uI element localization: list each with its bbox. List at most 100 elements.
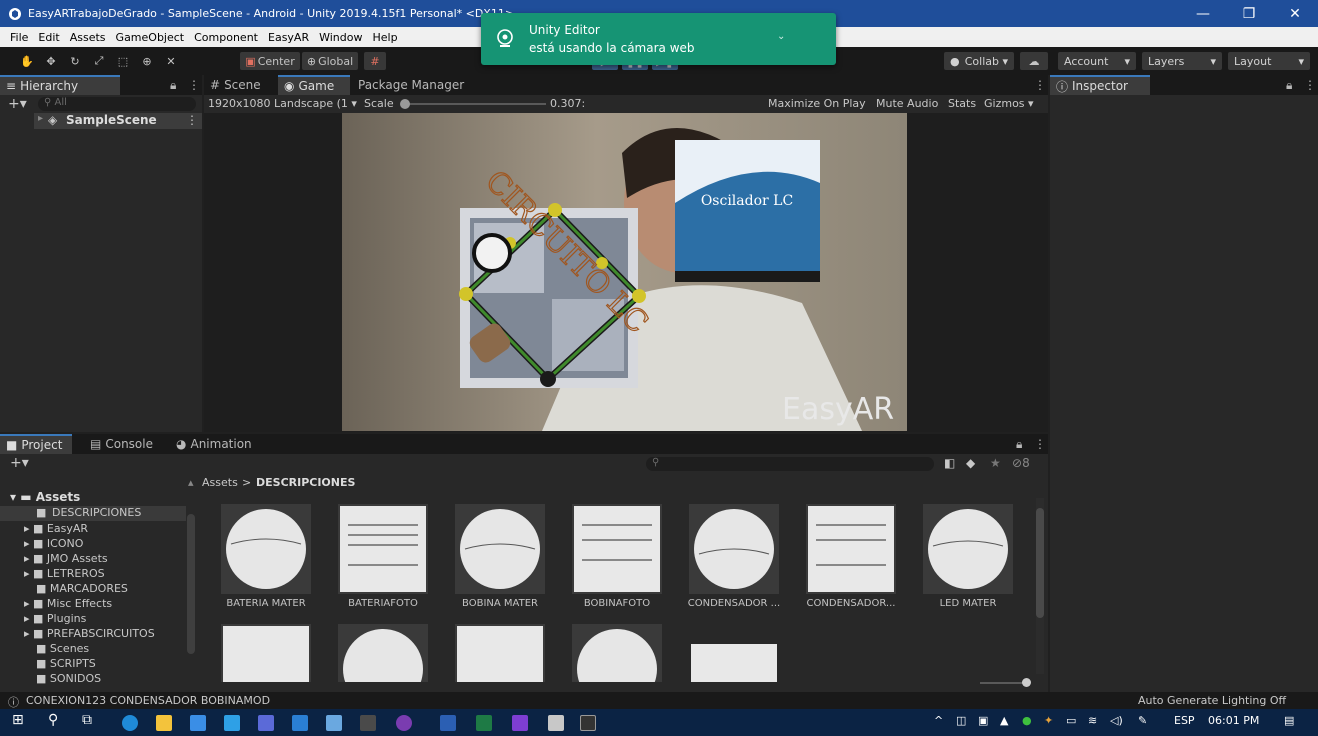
favorite-star-icon[interactable]: ★ (990, 456, 1001, 470)
asset-thumbnail[interactable] (923, 504, 1013, 594)
unity-taskbar-icon[interactable] (580, 715, 596, 731)
hidden-packages-toggle[interactable]: ⊘8 (1012, 456, 1030, 470)
scale-tool-icon[interactable]: ⤢ (88, 52, 110, 70)
lighting-status[interactable]: Auto Generate Lighting Off (1138, 694, 1286, 707)
tab-scene[interactable]: # Scene (204, 75, 276, 95)
layout-dropdown[interactable]: Layout ▾ (1228, 52, 1310, 70)
app-icon[interactable] (292, 715, 308, 731)
wifi-icon[interactable]: ≋ (1088, 714, 1097, 727)
tray-icon[interactable]: ▭ (1066, 714, 1076, 727)
collab-dropdown[interactable]: ● Collab ▾ (944, 52, 1014, 70)
minimize-button[interactable]: — (1180, 0, 1226, 27)
slider-thumb[interactable] (1022, 678, 1031, 687)
tree-item-easyar[interactable]: ▸ ■ EasyAR (24, 522, 88, 535)
word-icon[interactable] (440, 715, 456, 731)
tab-inspector[interactable]: ⓘ Inspector (1050, 75, 1150, 95)
tree-item-descripciones[interactable]: ■ DESCRIPCIONES (0, 506, 186, 521)
kebab-menu-icon[interactable]: ⋮ (186, 113, 198, 127)
create-plus-icon[interactable]: +▾ (8, 96, 27, 112)
tab-animation[interactable]: ◕ Animation (170, 434, 260, 454)
expand-arrow-icon[interactable]: ▸ (38, 113, 43, 124)
menu-help[interactable]: Help (372, 31, 397, 44)
asset-thumbnail[interactable] (455, 624, 545, 682)
resolution-dropdown[interactable]: 1920x1080 Landscape (1 ▾ (208, 97, 357, 110)
hierarchy-search-input[interactable]: ⚲ All (38, 97, 196, 111)
tray-icon[interactable]: ● (1022, 714, 1032, 727)
menu-window[interactable]: Window (319, 31, 362, 44)
tree-item-marcadores[interactable]: ■ MARCADORES (36, 582, 128, 595)
rect-tool-icon[interactable]: ⬚ (112, 52, 134, 70)
store-icon[interactable] (190, 715, 206, 731)
asset-thumbnail[interactable] (572, 504, 662, 594)
tree-item-scripts[interactable]: ■ SCRIPTS (36, 657, 96, 670)
kebab-menu-icon[interactable]: ⋮ (182, 75, 206, 95)
menu-component[interactable]: Component (194, 31, 258, 44)
thumbnail-size-slider[interactable] (980, 678, 1031, 687)
tree-item-misc-effects[interactable]: ▸ ■ Misc Effects (24, 597, 112, 610)
asset-thumbnail[interactable] (221, 624, 311, 682)
tree-item-assets[interactable]: ▾ ▬ Assets (10, 490, 80, 504)
stats-toggle[interactable]: Stats (948, 97, 976, 110)
custom-tool-icon[interactable]: ✕ (160, 52, 182, 70)
close-button[interactable]: ✕ (1272, 0, 1318, 27)
tab-package-manager[interactable]: Package Manager (352, 75, 472, 95)
tab-console[interactable]: ▤ Console (84, 434, 164, 454)
asset-type-filter-icon[interactable]: ◧ (944, 456, 955, 470)
tree-item-jmo-assets[interactable]: ▸ ■ JMO Assets (24, 552, 108, 565)
pivot-global-button[interactable]: ⊕ Global (302, 52, 358, 70)
tray-icon[interactable]: ✦ (1044, 714, 1053, 727)
tree-item-prefabscircuitos[interactable]: ▸ ■ PREFABSCIRCUITOS (24, 627, 155, 640)
pen-icon[interactable]: ✎ (1138, 714, 1147, 727)
menu-assets[interactable]: Assets (70, 31, 106, 44)
scrollbar-thumb[interactable] (1036, 508, 1044, 618)
tray-icon[interactable]: ◫ (956, 714, 966, 727)
tab-project[interactable]: ■ Project (0, 434, 72, 454)
excel-icon[interactable] (476, 715, 492, 731)
scale-slider-thumb[interactable] (400, 99, 410, 109)
visual-studio-icon[interactable] (512, 715, 528, 731)
tree-item-plugins[interactable]: ▸ ■ Plugins (24, 612, 86, 625)
label-filter-icon[interactable]: ◆ (966, 456, 975, 470)
asset-thumbnail[interactable] (572, 624, 662, 709)
create-plus-icon[interactable]: +▾ (10, 455, 29, 471)
menu-easyar[interactable]: EasyAR (268, 31, 309, 44)
tab-hierarchy[interactable]: ≡ Hierarchy (0, 75, 120, 95)
language-indicator[interactable]: ESP (1174, 714, 1195, 727)
notifications-icon[interactable]: ▤ (1284, 714, 1294, 727)
status-message[interactable]: CONEXION123 CONDENSADOR BOBINAMOD (26, 694, 270, 707)
grid-snap-icon[interactable]: # (364, 52, 386, 70)
asset-thumbnail[interactable] (455, 504, 545, 594)
rotate-tool-icon[interactable]: ↻ (64, 52, 86, 70)
chevron-up-icon[interactable]: ^ (934, 714, 943, 727)
asset-thumbnail[interactable] (338, 624, 428, 709)
tree-item-sonidos[interactable]: ■ SONIDOS (36, 672, 101, 685)
gizmos-dropdown[interactable]: Gizmos ▾ (984, 97, 1034, 110)
menu-edit[interactable]: Edit (38, 31, 59, 44)
app-icon[interactable] (326, 715, 342, 731)
tray-icon[interactable]: ▣ (978, 714, 988, 727)
maximize-on-play-toggle[interactable]: Maximize On Play (768, 97, 866, 110)
teams-icon[interactable] (258, 715, 274, 731)
search-icon[interactable]: ⚲ (48, 712, 64, 728)
account-dropdown[interactable]: Account ▾ (1058, 52, 1136, 70)
hand-tool-icon[interactable]: ✋ (16, 52, 38, 70)
menu-gameobject[interactable]: GameObject (116, 31, 185, 44)
transform-tool-icon[interactable]: ⊕ (136, 52, 158, 70)
asset-thumbnail[interactable] (338, 504, 428, 594)
tree-item-scenes[interactable]: ■ Scenes (36, 642, 89, 655)
asset-grid-scrollbar[interactable] (1036, 498, 1044, 674)
mute-audio-toggle[interactable]: Mute Audio (876, 97, 938, 110)
scale-slider[interactable] (400, 99, 546, 109)
lock-icon[interactable]: 🔒︎ (1280, 75, 1298, 95)
tree-scrollbar[interactable] (187, 514, 195, 654)
cloud-icon[interactable]: ☁ (1020, 52, 1048, 70)
move-tool-icon[interactable]: ✥ (40, 52, 62, 70)
volume-icon[interactable]: ◁) (1110, 714, 1123, 727)
tree-item-letreros[interactable]: ▸ ■ LETREROS (24, 567, 105, 580)
edge-icon[interactable] (122, 715, 138, 731)
kebab-menu-icon[interactable]: ⋮ (1028, 434, 1052, 454)
maximize-button[interactable]: ❐ (1226, 0, 1272, 27)
file-explorer-icon[interactable] (156, 715, 172, 731)
tab-game[interactable]: ◉ Game (278, 75, 350, 95)
kebab-menu-icon[interactable]: ⋮ (1298, 75, 1318, 95)
